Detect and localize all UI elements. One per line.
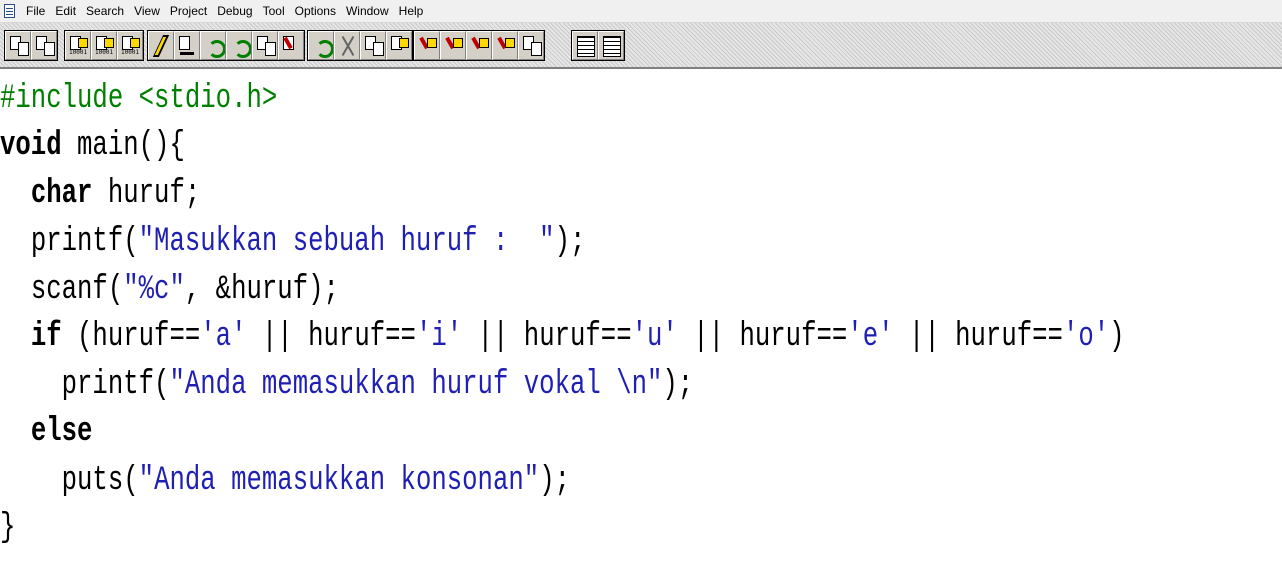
- step-over-icon[interactable]: [200, 31, 226, 60]
- code-line-4: printf("Masukkan sebuah huruf : ");: [0, 219, 586, 265]
- tile-icon[interactable]: [598, 31, 624, 60]
- toolbar-group-file: [4, 30, 58, 61]
- code-text: );: [539, 462, 571, 500]
- open-file-icon[interactable]: [31, 31, 57, 60]
- new-file-icon[interactable]: [5, 31, 31, 60]
- menu-help[interactable]: Help: [394, 0, 429, 22]
- code-text: || huruf==: [677, 318, 848, 356]
- menu-debug[interactable]: Debug: [212, 0, 257, 22]
- code-text: );: [662, 366, 694, 404]
- run-icon[interactable]: [148, 31, 174, 60]
- menu-search[interactable]: Search: [81, 0, 129, 22]
- step-out-icon[interactable]: [226, 31, 252, 60]
- code-text: (huruf==: [61, 318, 201, 356]
- copy-icon[interactable]: [360, 31, 386, 60]
- char-literal: 'o': [1062, 318, 1110, 356]
- toolbar-group-run: [147, 30, 305, 61]
- debug-icon[interactable]: [252, 31, 278, 60]
- toolbar: 10001 10001 10001: [0, 23, 1282, 69]
- code-text: || huruf==: [462, 318, 632, 356]
- menu-options[interactable]: Options: [290, 0, 341, 22]
- code-text: main(){: [61, 127, 185, 165]
- char-literal: 'u': [631, 318, 678, 356]
- code-line-1: #include <stdio.h>: [0, 76, 277, 122]
- code-text: );: [554, 223, 586, 261]
- undo-icon[interactable]: [308, 31, 334, 60]
- code-text: printf(: [30, 223, 139, 261]
- string-literal: "%c": [123, 271, 185, 309]
- breakpoint-icon[interactable]: [278, 31, 304, 60]
- document-icon[interactable]: [4, 4, 15, 18]
- window-icon[interactable]: [572, 31, 598, 60]
- toolbar-group-build: 10001 10001 10001: [64, 30, 144, 61]
- toolbar-group-search: [413, 30, 545, 61]
- code-line-7: printf("Anda memasukkan huruf vokal \n")…: [0, 362, 694, 408]
- menu-edit[interactable]: Edit: [50, 0, 81, 22]
- keyword: char: [30, 175, 93, 213]
- compile-icon[interactable]: 10001: [65, 31, 91, 60]
- toolbar-group-edit: [307, 30, 413, 61]
- code-line-8: else: [0, 409, 93, 455]
- menu-tool[interactable]: Tool: [258, 0, 290, 22]
- build-icon[interactable]: 10001: [91, 31, 117, 60]
- code-line-5: scanf("%c", &huruf);: [0, 267, 339, 313]
- char-literal: 'i': [415, 318, 463, 356]
- menu-view[interactable]: View: [129, 0, 165, 22]
- code-text: , &huruf);: [184, 271, 339, 309]
- code-text: puts(: [61, 462, 139, 500]
- goto-icon[interactable]: [518, 31, 544, 60]
- preprocessor-directive: #include <stdio.h>: [0, 80, 278, 118]
- find-icon[interactable]: [414, 31, 440, 60]
- find-replace-icon[interactable]: [440, 31, 466, 60]
- char-literal: 'e': [847, 318, 894, 356]
- code-line-9: puts("Anda memasukkan konsonan");: [0, 458, 570, 504]
- char-literal: 'a': [200, 318, 247, 356]
- string-literal: "Masukkan sebuah huruf : ": [138, 223, 555, 261]
- code-text: scanf(: [30, 271, 124, 309]
- code-line-3: char huruf;: [0, 171, 200, 217]
- step-into-icon[interactable]: [174, 31, 200, 60]
- toolbar-group-window: [571, 30, 625, 61]
- keyword: void: [0, 127, 62, 165]
- code-text: printf(: [61, 366, 170, 404]
- code-text: ): [1109, 318, 1125, 356]
- menu-file[interactable]: File: [21, 0, 50, 22]
- code-text: || huruf==: [246, 318, 416, 356]
- code-text: || huruf==: [893, 318, 1063, 356]
- code-line-6: if (huruf=='a' || huruf=='i' || huruf=='…: [0, 314, 1125, 360]
- cut-icon[interactable]: [334, 31, 360, 60]
- code-line-2: void main(){: [0, 123, 185, 169]
- code-editor[interactable]: #include <stdio.h> void main(){ char hur…: [0, 71, 1282, 574]
- find-next-icon[interactable]: [466, 31, 492, 60]
- replace-icon[interactable]: [492, 31, 518, 60]
- menu-window[interactable]: Window: [341, 0, 394, 22]
- paste-icon[interactable]: [386, 31, 412, 60]
- menu-bar: File Edit Search View Project Debug Tool…: [0, 0, 1282, 23]
- string-literal: "Anda memasukkan konsonan": [138, 462, 540, 500]
- code-line-10: }: [0, 505, 15, 551]
- menu-project[interactable]: Project: [165, 0, 212, 22]
- keyword: else: [30, 413, 93, 451]
- keyword: if: [30, 318, 62, 356]
- code-text: huruf;: [92, 175, 201, 213]
- rebuild-icon[interactable]: 10001: [117, 31, 143, 60]
- code-text: }: [0, 509, 16, 547]
- string-literal: "Anda memasukkan huruf vokal \n": [169, 366, 663, 404]
